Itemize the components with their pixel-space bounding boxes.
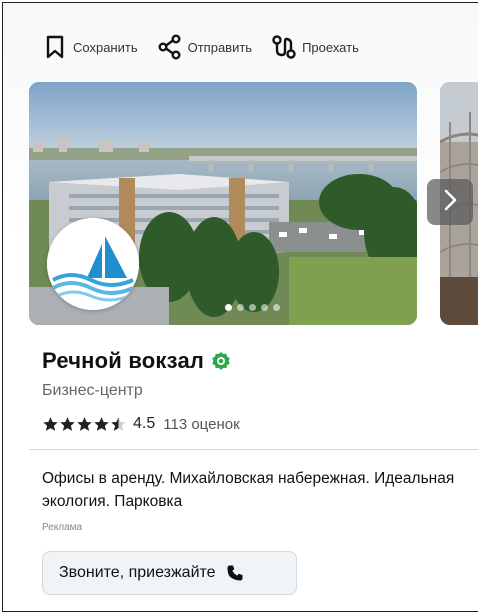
photo-carousel[interactable] — [29, 82, 478, 325]
route-label: Проехать — [302, 39, 359, 55]
share-icon — [156, 33, 184, 61]
divider — [29, 449, 478, 450]
next-photo-button[interactable] — [427, 179, 473, 225]
reviews-count-link[interactable]: 113 оценок — [163, 416, 239, 433]
save-button[interactable]: Сохранить — [41, 33, 138, 61]
route-icon — [270, 33, 298, 61]
carousel-dot[interactable] — [273, 304, 280, 311]
rating-row[interactable]: 4.5 113 оценок — [42, 415, 240, 433]
business-logo — [47, 218, 139, 310]
action-bar: Сохранить Отправить Проехать — [41, 33, 359, 61]
star-full-icon — [43, 416, 58, 431]
star-full-icon — [77, 416, 92, 431]
save-label: Сохранить — [73, 39, 138, 55]
carousel-dot[interactable] — [249, 304, 256, 311]
star-full-icon — [94, 416, 109, 431]
call-cta-button[interactable]: Звоните, приезжайте — [42, 551, 297, 595]
carousel-dot-active[interactable] — [225, 304, 232, 311]
phone-icon — [226, 564, 244, 582]
business-card: Сохранить Отправить Проехать Речной вокз… — [2, 2, 478, 612]
star-full-icon — [60, 416, 75, 431]
carousel-dots — [225, 304, 285, 311]
rating-stars — [42, 416, 127, 433]
rating-value: 4.5 — [133, 415, 156, 432]
star-half-icon — [111, 416, 126, 431]
share-button[interactable]: Отправить — [156, 33, 252, 61]
chevron-right-icon — [440, 188, 460, 217]
ad-label: Реклама — [42, 522, 83, 533]
route-button[interactable]: Проехать — [270, 33, 359, 61]
share-label: Отправить — [187, 39, 253, 55]
verified-badge-icon — [211, 351, 231, 371]
carousel-dot[interactable] — [237, 304, 244, 311]
business-name[interactable]: Речной вокзал — [42, 348, 204, 374]
carousel-dot[interactable] — [261, 304, 268, 311]
ad-description: Офисы в аренду. Михайловская набережная.… — [42, 470, 455, 510]
call-cta-label: Звоните, приезжайте — [59, 564, 216, 581]
title-row: Речной вокзал — [42, 348, 231, 374]
bookmark-icon — [41, 33, 69, 61]
photo-main[interactable] — [29, 82, 417, 325]
business-category: Бизнес-центр — [42, 382, 143, 399]
